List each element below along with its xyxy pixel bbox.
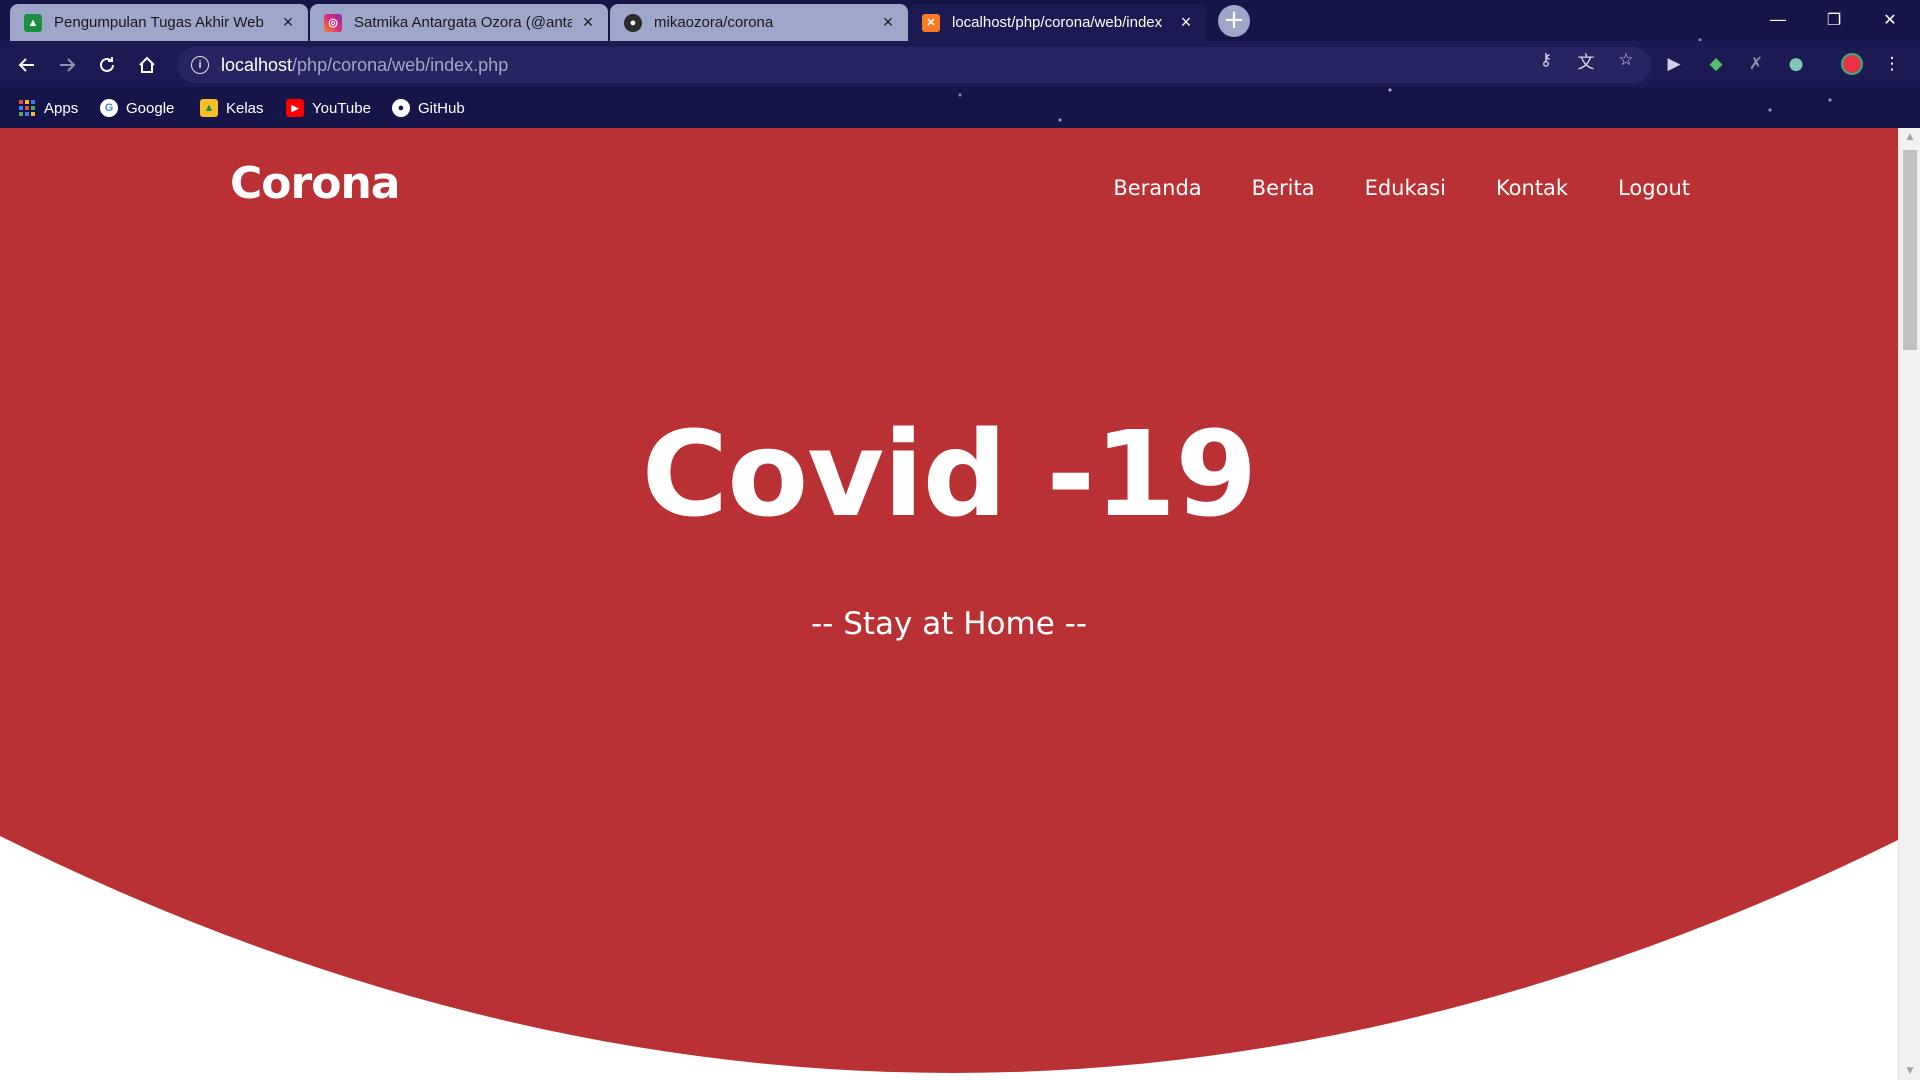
page-viewport: Corona Beranda Berita Edukasi Kontak Log… <box>0 128 1920 1080</box>
tab-title: Pengumpulan Tugas Akhir Web <box>54 14 264 31</box>
bookmark-kelas[interactable]: ▲ Kelas <box>200 97 264 119</box>
hero-subtitle: -- Stay at Home -- <box>810 606 1088 642</box>
tab-title: localhost/php/corona/web/index <box>952 14 1163 31</box>
tab-strip: ▲ Pengumpulan Tugas Akhir Web × ◎ Satmik… <box>0 0 1920 41</box>
key-icon[interactable]: ⚷ <box>1535 49 1557 71</box>
new-tab-button[interactable]: + <box>1218 5 1250 37</box>
tab-pengumpulan[interactable]: ▲ Pengumpulan Tugas Akhir Web × <box>10 4 308 41</box>
site-logo[interactable]: Corona <box>230 158 400 209</box>
extension-green-icon[interactable]: ◆ <box>1704 52 1728 76</box>
info-icon[interactable]: i <box>191 56 209 74</box>
back-button[interactable] <box>11 49 43 81</box>
close-icon[interactable]: × <box>278 12 298 33</box>
scroll-thumb[interactable] <box>1903 150 1917 350</box>
reload-icon <box>100 57 114 72</box>
nav-berita[interactable]: Berita <box>1252 176 1315 200</box>
close-icon[interactable]: × <box>578 12 598 33</box>
home-button[interactable] <box>131 49 163 81</box>
youtube-icon: ▶ <box>286 99 304 117</box>
profile-avatar[interactable] <box>1840 52 1864 76</box>
classroom-icon: ▲ <box>24 13 42 32</box>
browser-chrome: ▲ Pengumpulan Tugas Akhir Web × ◎ Satmik… <box>0 0 1920 128</box>
home-icon <box>139 56 155 73</box>
github-icon: ● <box>392 99 410 117</box>
close-window-icon[interactable]: ✕ <box>1862 0 1918 38</box>
back-arrow-icon <box>18 58 34 72</box>
forward-arrow-icon <box>60 58 76 72</box>
vertical-scrollbar[interactable]: ▲ ▼ <box>1898 128 1920 1080</box>
apps-grid-icon <box>18 99 36 117</box>
google-icon: G <box>100 99 118 117</box>
toolbar: i localhost/php/corona/web/index.php ⚷ 文… <box>0 41 1920 87</box>
xampp-icon: ✕ <box>922 13 940 32</box>
url-path: /php/corona/web/index.php <box>292 54 509 75</box>
nav-beranda[interactable]: Beranda <box>1113 176 1201 200</box>
minimize-icon[interactable]: ― <box>1750 0 1806 38</box>
extension-cat-icon[interactable]: ● <box>1784 52 1808 76</box>
nav-logout[interactable]: Logout <box>1618 176 1690 200</box>
bookmarks-bar: Apps G Google ▲ Kelas ▶ YouTube ● GitHub <box>0 87 1920 128</box>
bookmark-label: GitHub <box>418 99 465 117</box>
hero-section <box>0 128 1898 1080</box>
bookmark-label: Google <box>126 99 175 117</box>
cast-icon[interactable]: ▶ <box>1662 52 1686 76</box>
bookmark-label: Kelas <box>226 99 264 117</box>
url-host: localhost <box>221 54 293 75</box>
bookmark-label: Apps <box>44 99 79 117</box>
tab-github[interactable]: ● mikaozora/corona × <box>610 4 908 41</box>
scroll-up-icon[interactable]: ▲ <box>1899 128 1920 146</box>
tab-title: Satmika Antargata Ozora (@anta <box>354 14 572 31</box>
tab-localhost[interactable]: ✕ localhost/php/corona/web/index × <box>908 4 1206 41</box>
instagram-icon: ◎ <box>324 13 342 32</box>
github-icon: ● <box>624 13 642 32</box>
extension-x-icon[interactable]: ✗ <box>1744 52 1768 76</box>
nav-kontak[interactable]: Kontak <box>1496 176 1568 200</box>
classroom-icon: ▲ <box>200 99 218 117</box>
hero-title: Covid -19 <box>641 405 1258 543</box>
scroll-down-icon[interactable]: ▼ <box>1899 1062 1920 1080</box>
bookmark-google[interactable]: G Google <box>100 97 174 119</box>
tab-instagram[interactable]: ◎ Satmika Antargata Ozora (@anta × <box>310 4 608 41</box>
reload-button[interactable] <box>91 49 123 81</box>
bookmark-youtube[interactable]: ▶ YouTube <box>286 97 371 119</box>
hero-curve-background <box>0 128 1898 1074</box>
site-nav: Beranda Berita Edukasi Kontak Logout <box>1113 176 1690 200</box>
bookmark-github[interactable]: ● GitHub <box>392 97 465 119</box>
tab-title: mikaozora/corona <box>654 14 774 31</box>
menu-kebab-icon[interactable]: ⋮ <box>1880 52 1904 76</box>
star-icon[interactable]: ☆ <box>1615 49 1637 71</box>
address-bar[interactable]: i localhost/php/corona/web/index.php <box>177 47 1651 83</box>
bookmark-apps[interactable]: Apps <box>18 97 78 119</box>
nav-edukasi[interactable]: Edukasi <box>1365 176 1446 200</box>
forward-button[interactable] <box>51 49 83 81</box>
close-icon[interactable]: × <box>878 12 898 33</box>
restore-icon[interactable]: ❐ <box>1806 0 1862 38</box>
close-icon[interactable]: × <box>1176 12 1196 33</box>
bookmark-label: YouTube <box>312 99 371 117</box>
translate-icon[interactable]: 文 <box>1575 49 1597 73</box>
